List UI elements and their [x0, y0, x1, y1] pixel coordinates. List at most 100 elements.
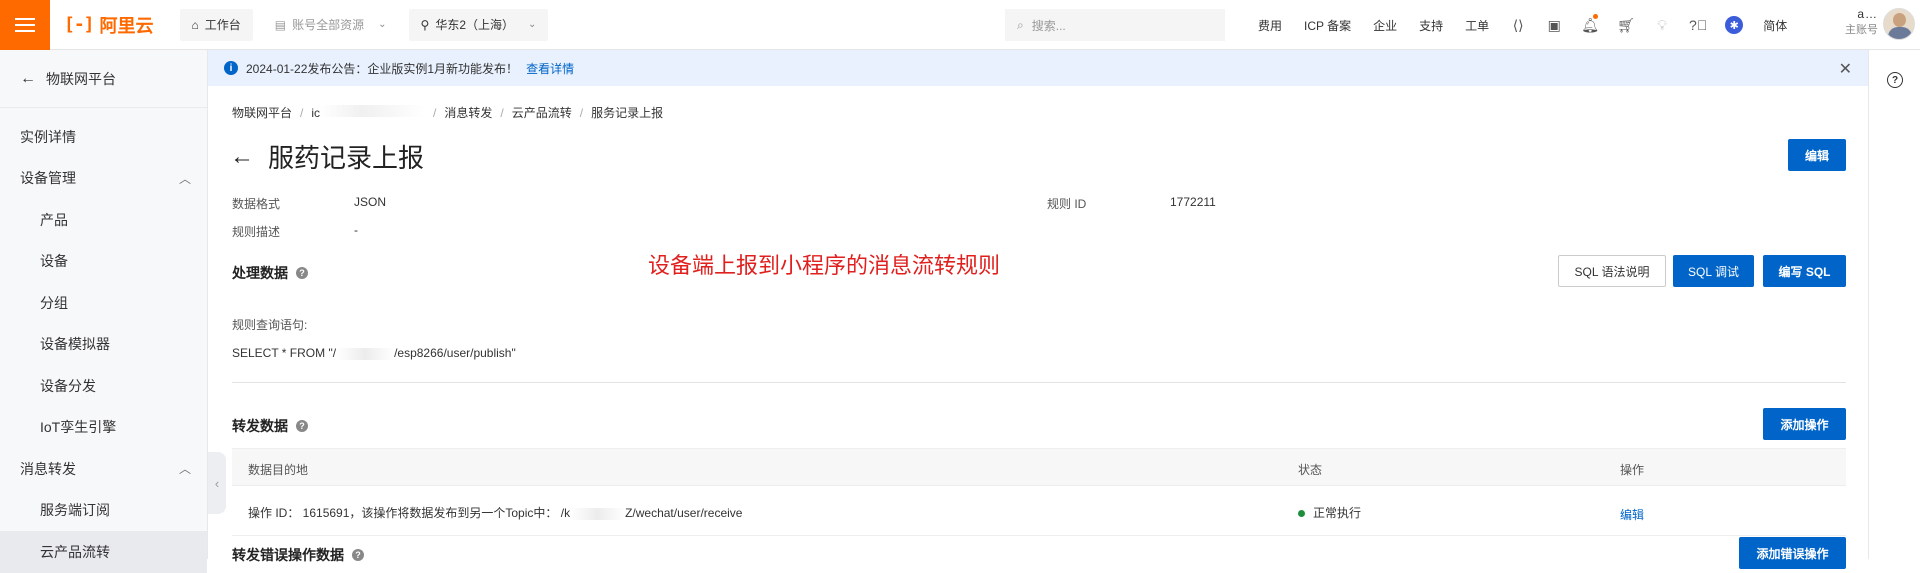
sidebar-item-label: 设备模拟器	[40, 336, 110, 353]
chevron-down-icon: ⌄	[528, 19, 537, 30]
breadcrumb-item[interactable]: 消息转发	[444, 104, 492, 121]
sidebar-group-device-management[interactable]: 设备管理 ︿	[0, 158, 207, 200]
section-title-text: 转发数据	[232, 418, 288, 434]
announcement-text: 2024-01-22发布公告：企业版实例1月新功能发布！	[246, 61, 519, 76]
help-icon[interactable]: ?	[1887, 72, 1903, 88]
sidebar-item-simulator[interactable]: 设备模拟器	[0, 324, 207, 366]
status-cell: 正常执行	[1298, 504, 1361, 521]
top-link-support[interactable]: 支持	[1408, 17, 1454, 34]
sidebar-item-device[interactable]: 设备	[0, 241, 207, 283]
breadcrumb-separator: /	[500, 105, 504, 120]
globe-icon[interactable]: ✱	[1716, 16, 1752, 34]
account-resources-label: 账号全部资源	[292, 18, 365, 32]
top-link-ticket[interactable]: 工单	[1454, 17, 1500, 34]
workbench-label: 工作台	[204, 18, 241, 32]
data-format-label: 数据格式	[232, 197, 281, 211]
add-error-action-button[interactable]: 添加错误操作	[1739, 537, 1846, 569]
sidebar-item-cloud-flow[interactable]: 云产品流转	[0, 531, 207, 573]
column-header-action: 操作	[1620, 463, 1645, 477]
breadcrumb-separator: /	[433, 105, 437, 120]
sidebar-item-label: 设备分发	[40, 377, 96, 394]
region-dropdown[interactable]: ⚲ 华东2（上海） ⌄	[408, 8, 549, 41]
row-edit-link[interactable]: 编辑	[1620, 506, 1644, 523]
chevron-left-icon: ‹	[214, 475, 220, 491]
account-name: a…	[1857, 7, 1878, 21]
account-type: 主账号	[1845, 24, 1878, 36]
breadcrumb-separator: /	[579, 105, 584, 120]
top-link-billing[interactable]: 费用	[1247, 17, 1293, 34]
info-icon: i	[224, 61, 238, 75]
breadcrumb-current: 服务记录上报	[591, 106, 664, 120]
query-label: 规则查询语句:	[232, 318, 308, 332]
lightbulb-icon[interactable]: 💡︎	[1644, 17, 1680, 34]
redacted-mask	[320, 105, 426, 117]
breadcrumb-item[interactable]: 云产品流转	[512, 104, 572, 121]
breadcrumb-separator: /	[300, 105, 304, 120]
location-icon: ⚲	[420, 17, 430, 32]
sql-syntax-help-button[interactable]: SQL 语法说明	[1558, 255, 1666, 287]
code-icon[interactable]: ⟨⟩	[1500, 17, 1536, 34]
rule-id-label: 规则 ID	[1047, 197, 1087, 211]
redacted-mask	[336, 347, 395, 360]
breadcrumb-item[interactable]: ic	[311, 105, 426, 120]
sidebar-item-label: 设备管理	[20, 170, 76, 187]
page-title: 服药记录上报	[268, 143, 425, 173]
arrow-left-icon[interactable]: ←	[230, 143, 254, 171]
sidebar-back-label: 物联网平台	[46, 70, 116, 87]
top-link-icp[interactable]: ICP 备案	[1293, 17, 1362, 34]
sidebar-item-label: 实例详情	[20, 128, 76, 145]
breadcrumb-item[interactable]: 物联网平台	[232, 104, 292, 121]
announcement-link[interactable]: 查看详情	[526, 60, 574, 77]
question-icon[interactable]: ?	[296, 267, 308, 279]
right-help-strip	[1868, 50, 1920, 559]
sidebar-item-product[interactable]: 产品	[0, 199, 207, 241]
section-title-text: 转发错误操作数据	[232, 547, 344, 563]
status-dot	[1298, 510, 1305, 518]
add-action-button[interactable]: 添加操作	[1763, 408, 1846, 440]
destination-text: 操作 ID： 1615691，该操作将数据发布到另一个Topic中： /k	[248, 506, 571, 520]
process-data-title: 处理数据 ?	[232, 263, 308, 283]
rule-desc-value: -	[354, 223, 358, 237]
home-icon: ⌂	[191, 17, 199, 32]
bell-icon[interactable]: 🔔︎	[1572, 13, 1608, 34]
chevron-up-icon: ︿	[178, 171, 191, 186]
terminal-icon[interactable]: ▣	[1536, 17, 1572, 34]
account-info[interactable]: a… 主账号	[1788, 6, 1878, 38]
rule-id-value: 1772211	[1170, 195, 1216, 209]
menu-icon[interactable]	[0, 0, 50, 50]
rule-desc-label: 规则描述	[232, 225, 281, 239]
sidebar-group-message-forwarding[interactable]: 消息转发 ︿	[0, 448, 207, 490]
account-resources-dropdown[interactable]: ▤ 账号全部资源 ⌄	[262, 8, 399, 41]
status-text: 正常执行	[1313, 506, 1362, 520]
edit-rule-button[interactable]: 编辑	[1788, 139, 1846, 171]
search-input[interactable]: ⌕ 搜索...	[1005, 9, 1225, 41]
sidebar-collapse-handle[interactable]: ‹	[208, 452, 226, 514]
question-icon[interactable]: ?	[352, 549, 364, 561]
aliyun-logo[interactable]: [-] 阿里云	[64, 12, 154, 38]
sidebar: ← 物联网平台 实例详情 设备管理 ︿ 产品 设备 分组 设备模拟器 设备分发 I…	[0, 50, 208, 573]
write-sql-button[interactable]: 编写 SQL	[1763, 255, 1846, 287]
sidebar-item-instance-detail[interactable]: 实例详情	[0, 116, 207, 158]
notification-dot	[1593, 13, 1599, 19]
chevron-up-icon: ︿	[178, 462, 191, 477]
sidebar-item-group[interactable]: 分组	[0, 282, 207, 324]
sidebar-item-label: 消息转发	[20, 460, 76, 477]
close-icon[interactable]: ✕	[1839, 59, 1852, 79]
breadcrumb: 物联网平台 / ic / 消息转发 / 云产品流转 / 服务记录上报	[232, 104, 663, 121]
sql-debug-button[interactable]: SQL 调试	[1673, 255, 1754, 287]
cart-icon[interactable]: 🛒︎	[1608, 17, 1644, 34]
workbench-button[interactable]: ⌂ 工作台	[179, 8, 253, 41]
arrow-left-icon: ←	[20, 69, 36, 87]
top-link-enterprise[interactable]: 企业	[1362, 17, 1408, 34]
destination-cell: 操作 ID： 1615691，该操作将数据发布到另一个Topic中： /k Z/w…	[248, 504, 742, 521]
sidebar-item-twin-engine[interactable]: IoT孪生引擎	[0, 407, 207, 449]
question-icon[interactable]: ?	[296, 420, 308, 432]
help-circle-icon[interactable]: ?⃝	[1680, 17, 1716, 33]
sidebar-item-distribution[interactable]: 设备分发	[0, 365, 207, 407]
search-placeholder: 搜索...	[1031, 18, 1066, 33]
resource-icon: ▤	[274, 17, 287, 32]
data-format-value: JSON	[354, 195, 387, 209]
sidebar-back-button[interactable]: ← 物联网平台	[0, 50, 207, 108]
avatar[interactable]	[1883, 8, 1915, 40]
sidebar-item-server-subscription[interactable]: 服务端订阅	[0, 490, 207, 532]
